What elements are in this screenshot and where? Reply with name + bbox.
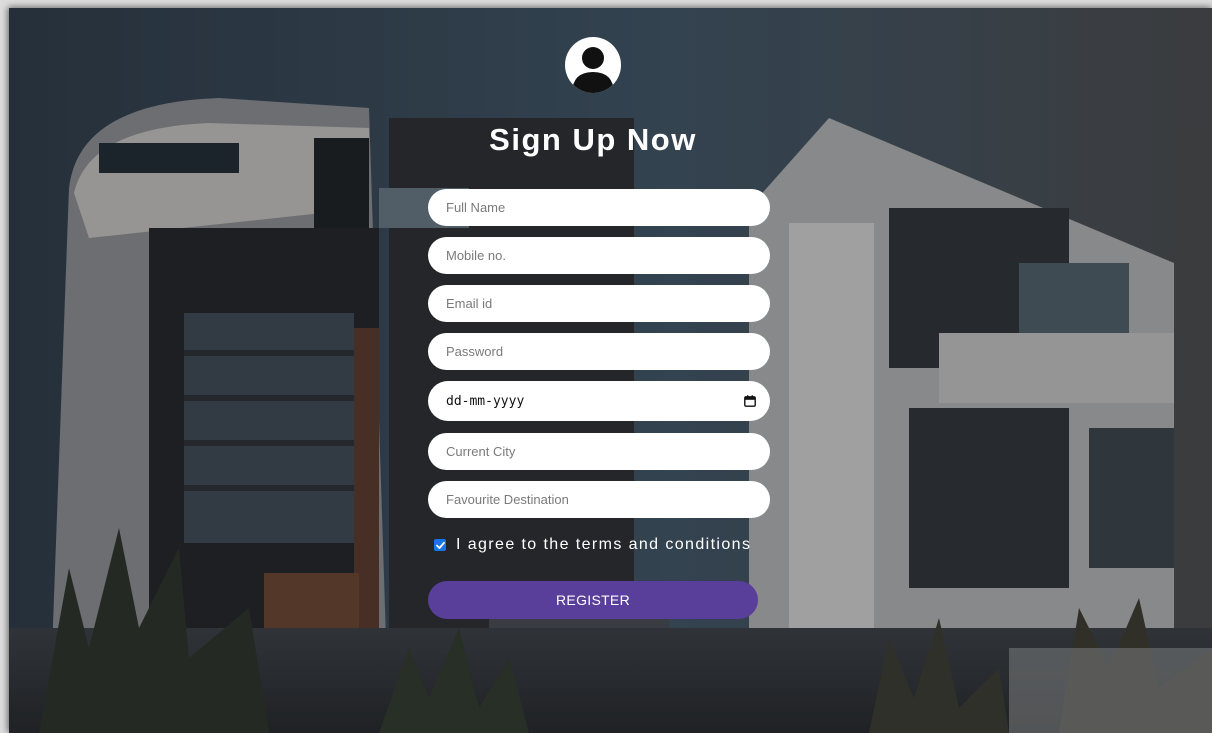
favourite-destination-input[interactable]: Favourite Destination [428,481,770,518]
mobile-input[interactable]: Mobile no. [428,237,770,274]
calendar-icon[interactable] [744,395,756,407]
mobile-placeholder: Mobile no. [446,248,506,263]
full-name-input[interactable]: Full Name [428,189,770,226]
email-input[interactable]: Email id [428,285,770,322]
page-title: Sign Up Now [489,122,697,157]
current-city-input[interactable]: Current City [428,433,770,470]
terms-checkbox[interactable] [434,539,446,551]
destination-placeholder: Favourite Destination [446,492,569,507]
date-of-birth-input[interactable]: dd-mm-yyyy [428,381,770,421]
terms-label[interactable]: I agree to the terms and conditions [456,536,751,554]
date-placeholder: dd-mm-yyyy [446,393,525,409]
email-placeholder: Email id [446,296,493,311]
full-name-placeholder: Full Name [446,200,506,215]
password-input[interactable]: Password [428,333,770,370]
user-icon [565,37,621,93]
city-placeholder: Current City [446,444,516,459]
check-icon [435,541,445,549]
register-button[interactable]: REGISTER [428,581,758,619]
dark-overlay [9,8,1212,733]
signup-page: Sign Up Now Full Name Mobile no. Email i… [9,8,1212,733]
terms-row: I agree to the terms and conditions [434,536,751,554]
password-placeholder: Password [446,344,504,359]
